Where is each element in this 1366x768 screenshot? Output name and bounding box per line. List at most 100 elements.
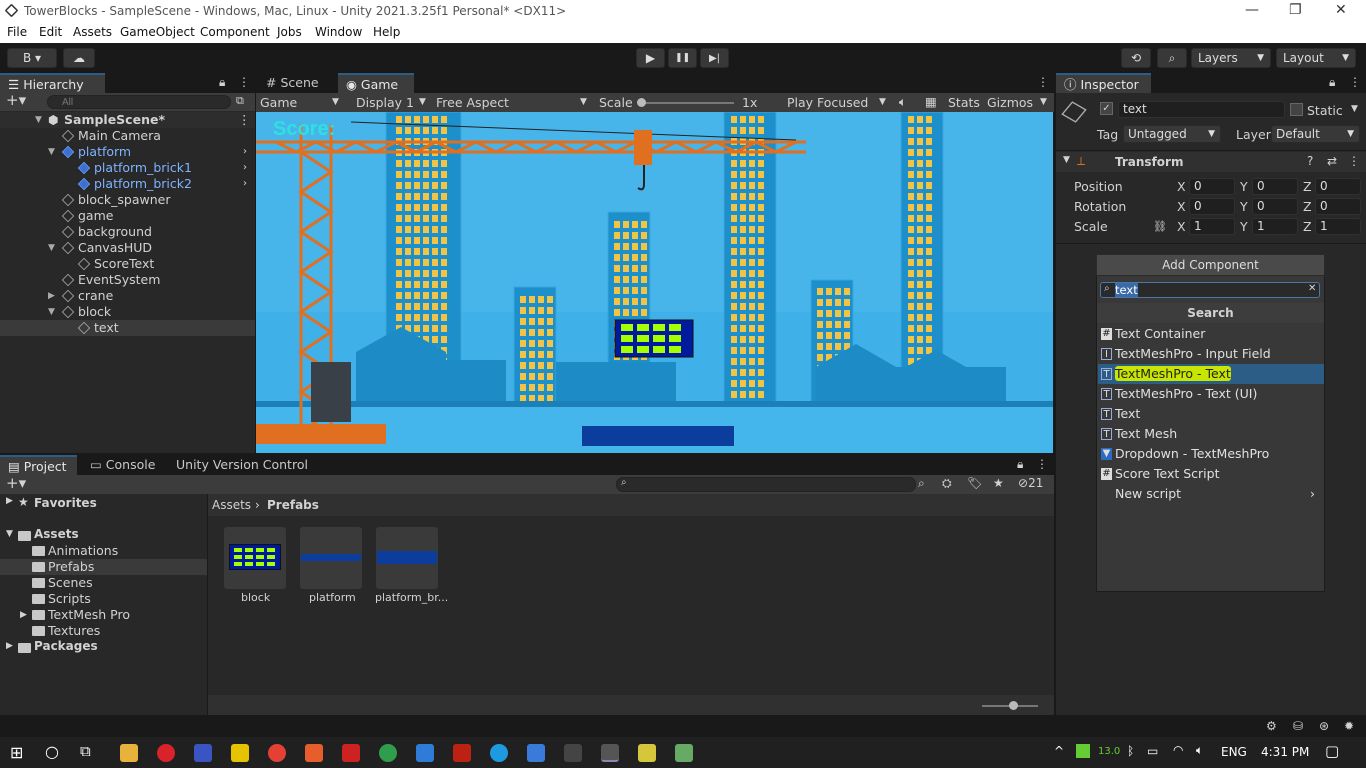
component-result-item[interactable]: T TextMeshPro - Text xyxy=(1098,364,1324,384)
gizmos-dropdown[interactable]: Gizmos xyxy=(987,95,1033,110)
menu-gameobject[interactable]: GameObject xyxy=(120,25,195,39)
volume-icon[interactable]: 🔈︎ xyxy=(1196,743,1203,758)
folder-item[interactable]: Textures xyxy=(0,623,207,639)
project-search-input[interactable]: ⌕ xyxy=(616,477,916,492)
add-icon[interactable]: +▾ xyxy=(6,91,26,109)
folder-item[interactable]: Prefabs xyxy=(0,559,207,575)
weather-icon[interactable] xyxy=(1076,744,1090,758)
chevron-down-icon[interactable]: ▼ xyxy=(48,144,55,160)
folder-item[interactable]: ▶ TextMesh Pro xyxy=(0,607,207,623)
play-focused-dropdown[interactable]: Play Focused xyxy=(787,95,868,110)
prefab-platform-thumbnail[interactable] xyxy=(300,527,362,589)
scale-slider[interactable] xyxy=(642,102,734,104)
close-button[interactable]: ✕ xyxy=(1335,2,1347,18)
aspect-dropdown[interactable]: Free Aspect xyxy=(436,95,509,110)
hierarchy-item[interactable]: block_spawner xyxy=(0,192,255,208)
component-result-item[interactable]: T Text xyxy=(1098,404,1324,424)
tag-dropdown[interactable]: Untagged ▼ xyxy=(1123,125,1221,143)
hierarchy-item[interactable]: Main Camera xyxy=(0,128,255,144)
lock-icon[interactable]: 🔒︎ xyxy=(219,75,225,90)
opera-icon[interactable] xyxy=(157,744,175,762)
lock-icon[interactable]: 🔒︎ xyxy=(1329,75,1335,90)
utorrent-icon[interactable] xyxy=(379,744,397,762)
tray-chevron-up-icon[interactable]: ^ xyxy=(1054,744,1064,758)
clear-search-icon[interactable]: ✕ xyxy=(1308,283,1316,294)
icon-size-slider-handle[interactable] xyxy=(1009,701,1018,710)
hierarchy-item[interactable]: text xyxy=(0,320,255,336)
label-icon[interactable]: 🏷︎ xyxy=(967,476,982,490)
tab-scene[interactable]: # Scene xyxy=(258,73,336,93)
transform-header[interactable]: ▼ ⟂ Transform ? ⇄ ⋮ xyxy=(1056,152,1366,172)
favorites-label[interactable]: Favorites xyxy=(34,496,97,510)
chevron-right-icon[interactable]: ▶ xyxy=(20,607,27,623)
chevron-down-icon[interactable]: ▼ xyxy=(48,240,55,256)
unity-editor-icon[interactable] xyxy=(601,744,619,762)
chrome-icon[interactable] xyxy=(268,744,286,762)
menu-component[interactable]: Component xyxy=(200,25,270,39)
assets-label[interactable]: Assets xyxy=(34,527,79,541)
kebab-menu-icon[interactable]: ⋮ xyxy=(1036,457,1048,471)
hierarchy-item[interactable]: platform_brick2 › xyxy=(0,176,255,192)
unity-hub-icon[interactable] xyxy=(564,744,582,762)
menu-help[interactable]: Help xyxy=(373,25,400,39)
task-view-icon[interactable]: ⧉ xyxy=(80,742,91,760)
search-by-type-icon[interactable]: ⌕ xyxy=(918,476,925,491)
battery-icon[interactable]: ▭ xyxy=(1147,744,1158,758)
tab-project[interactable]: ▤ Project xyxy=(0,455,77,475)
debug-icon[interactable]: ⊛ xyxy=(1319,719,1329,733)
object-name-field[interactable]: text xyxy=(1118,101,1285,118)
kebab-menu-icon[interactable]: ⋮ xyxy=(1348,154,1360,168)
kebab-menu-icon[interactable]: ⋮ xyxy=(238,75,250,89)
pause-button[interactable]: ❚❚ xyxy=(668,48,697,68)
component-result-item[interactable]: # Text Container xyxy=(1098,324,1324,344)
keyboard-icon[interactable] xyxy=(527,744,545,762)
help-icon[interactable]: ? xyxy=(1307,154,1313,168)
scale-y-field[interactable]: 1 xyxy=(1252,218,1298,235)
audio-mute-icon[interactable]: 🔈︎ xyxy=(899,94,907,110)
search-scope-icon[interactable]: ⧉ xyxy=(236,94,244,108)
component-result-item[interactable]: # Score Text Script xyxy=(1098,464,1324,484)
active-checkbox[interactable]: ✓ xyxy=(1100,102,1113,115)
hierarchy-item[interactable]: game xyxy=(0,208,255,224)
hierarchy-item[interactable]: ▶ crane xyxy=(0,288,255,304)
scale-z-field[interactable]: 1 xyxy=(1315,218,1361,235)
cloud-icon[interactable]: ☁ xyxy=(63,48,95,68)
cache-icon[interactable]: ⛁ xyxy=(1293,719,1303,733)
notifications-icon[interactable]: ▢ xyxy=(1325,742,1339,760)
menu-file[interactable]: File xyxy=(7,25,27,39)
menu-jobs[interactable]: Jobs xyxy=(277,25,302,39)
layer-dropdown[interactable]: Default ▼ xyxy=(1271,125,1360,143)
tab-game[interactable]: ◉ Game xyxy=(338,73,414,93)
chevron-right-icon[interactable]: › xyxy=(243,176,247,192)
grid-icon[interactable]: ▦ xyxy=(925,94,937,109)
app-icon[interactable] xyxy=(416,744,434,762)
hierarchy-item[interactable]: platform_brick1 › xyxy=(0,160,255,176)
tab-inspector[interactable]: ⓘ Inspector xyxy=(1056,73,1151,93)
tab-version-control[interactable]: Unity Version Control xyxy=(168,455,308,475)
progress-icon[interactable]: ⚙ xyxy=(1266,719,1277,733)
search-icon[interactable]: ⌕ xyxy=(1157,48,1187,68)
windows-start-icon[interactable]: ⊞ xyxy=(10,743,23,762)
game-viewport[interactable]: Score: xyxy=(256,112,1053,453)
prefab-platform-brick-thumbnail[interactable] xyxy=(376,527,438,589)
component-result-item[interactable]: New script › xyxy=(1098,484,1324,504)
preset-icon[interactable]: ⇄ xyxy=(1327,154,1337,168)
step-button[interactable]: ▶| xyxy=(700,48,729,68)
app-icon[interactable] xyxy=(305,744,323,762)
tab-console[interactable]: ▭ Console xyxy=(82,455,162,475)
maximize-button[interactable]: ❐ xyxy=(1289,2,1302,18)
component-search-input[interactable]: ⌕ text ✕ xyxy=(1100,282,1320,298)
star-icon[interactable]: ★ xyxy=(993,476,1004,490)
language-indicator[interactable]: ENG xyxy=(1221,745,1247,759)
chevron-down-icon[interactable]: ▼ xyxy=(1351,104,1358,114)
hidden-count[interactable]: ⊘21 xyxy=(1018,476,1043,490)
stats-button[interactable]: Stats xyxy=(948,95,980,110)
tab-hierarchy[interactable]: ☰ Hierarchy xyxy=(0,73,105,93)
wifi-icon[interactable]: ◠ xyxy=(1173,743,1183,757)
clock[interactable]: 4:31 PM xyxy=(1261,745,1309,759)
file-explorer-icon[interactable] xyxy=(120,744,138,762)
hierarchy-item[interactable]: EventSystem xyxy=(0,272,255,288)
packages-label[interactable]: Packages xyxy=(34,639,98,653)
hierarchy-item[interactable]: ▼ platform › xyxy=(0,144,255,160)
scale-slider-handle[interactable] xyxy=(637,98,646,107)
